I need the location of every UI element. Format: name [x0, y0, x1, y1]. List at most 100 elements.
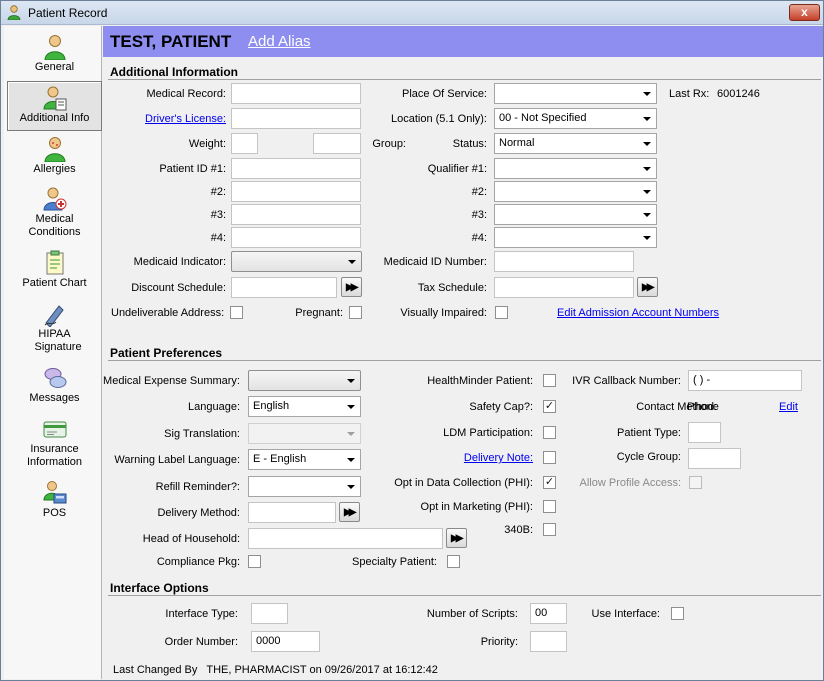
- number-of-scripts-input[interactable]: 00: [530, 603, 567, 624]
- patient-id-3-input[interactable]: [231, 204, 361, 225]
- sidebar-item-label: HIPAA Signature: [34, 328, 82, 353]
- patient-id-4-input[interactable]: [231, 227, 361, 248]
- medical-record-input[interactable]: [231, 83, 361, 104]
- medicaid-id-input[interactable]: [494, 251, 634, 272]
- refill-reminder-select[interactable]: [248, 476, 361, 497]
- warning-label-language-select[interactable]: E - English: [248, 449, 361, 470]
- medical-expense-summary-select[interactable]: [248, 370, 361, 391]
- patient-record-window: Patient Record x General Additional Info…: [0, 0, 824, 681]
- sig-translation-label: Sig Translation:: [164, 428, 240, 440]
- sidebar-item-general[interactable]: General: [7, 31, 102, 81]
- person-info-icon: [42, 86, 66, 111]
- specialty-patient-checkbox[interactable]: [447, 555, 460, 568]
- cycle-group-label: Cycle Group:: [616, 451, 681, 463]
- opt-in-marketing-checkbox[interactable]: [543, 500, 556, 513]
- sidebar-item-medical-conditions[interactable]: Medical Conditions: [7, 183, 102, 239]
- location-value: 00 - Not Specified: [499, 112, 587, 124]
- pos-icon: [42, 481, 66, 504]
- discount-schedule-input[interactable]: [231, 277, 337, 298]
- checkmark-icon: ✓: [544, 476, 555, 488]
- sidebar-item-allergies[interactable]: Allergies: [7, 133, 102, 183]
- weight-input[interactable]: [231, 133, 258, 154]
- place-of-service-select[interactable]: [494, 83, 657, 104]
- sidebar-item-patient-chart[interactable]: Patient Chart: [7, 247, 102, 297]
- opt-in-data-collection-checkbox[interactable]: ✓: [543, 476, 556, 489]
- delivery-method-input[interactable]: [248, 502, 336, 523]
- qualifier-1-select[interactable]: [494, 158, 657, 179]
- group-input[interactable]: [313, 133, 361, 154]
- divider: [108, 360, 821, 361]
- qualifier-3-select[interactable]: [494, 204, 657, 225]
- undeliverable-address-checkbox[interactable]: [230, 306, 243, 319]
- divider: [108, 79, 821, 80]
- edit-admission-account-numbers-link[interactable]: Edit Admission Account Numbers: [557, 307, 719, 319]
- priority-label: Priority:: [480, 636, 518, 648]
- ivr-callback-number-input[interactable]: ( ) -: [688, 370, 802, 391]
- patient-id-1-input[interactable]: [231, 158, 361, 179]
- add-alias-link[interactable]: Add Alias: [248, 33, 311, 50]
- ldm-participation-checkbox[interactable]: [543, 426, 556, 439]
- divider: [108, 595, 821, 596]
- qualifier-2-label: #2:: [471, 186, 487, 198]
- tax-schedule-lookup-button[interactable]: ▶▶: [637, 277, 658, 297]
- sidebar-item-insurance-information[interactable]: Insurance Information: [7, 413, 102, 469]
- delivery-note-link[interactable]: Delivery Note:: [464, 452, 533, 464]
- pregnant-checkbox[interactable]: [349, 306, 362, 319]
- qualifier-2-select[interactable]: [494, 181, 657, 202]
- chevron-down-icon: [643, 92, 651, 96]
- visually-impaired-checkbox[interactable]: [495, 306, 508, 319]
- sidebar-item-label: Messages: [29, 392, 80, 404]
- patient-id-2-input[interactable]: [231, 181, 361, 202]
- location-select[interactable]: 00 - Not Specified: [494, 108, 657, 129]
- sidebar-item-label: POS: [42, 507, 67, 519]
- qualifier-4-select[interactable]: [494, 227, 657, 248]
- use-interface-label: Use Interface:: [591, 608, 660, 620]
- order-number-input[interactable]: 0000: [251, 631, 320, 652]
- 340b-checkbox[interactable]: [543, 523, 556, 536]
- sig-translation-select[interactable]: [248, 423, 361, 444]
- sidebar-item-label: Insurance Information: [26, 443, 83, 468]
- sidebar-item-hipaa-signature[interactable]: HIPAA Signature: [7, 298, 102, 354]
- status-select[interactable]: Normal: [494, 133, 657, 154]
- drivers-license-link[interactable]: Driver's License:: [145, 113, 226, 125]
- cycle-group-input[interactable]: [688, 448, 741, 469]
- person-icon: [43, 35, 66, 60]
- head-of-household-input[interactable]: [248, 528, 443, 549]
- use-interface-checkbox[interactable]: [671, 607, 684, 620]
- language-select[interactable]: English: [248, 396, 361, 417]
- sidebar-item-additional-info[interactable]: Additional Info: [7, 81, 102, 131]
- priority-input[interactable]: [530, 631, 567, 652]
- last-rx-label: Last Rx:: [669, 88, 710, 100]
- patient-type-input[interactable]: [688, 422, 721, 443]
- discount-schedule-lookup-button[interactable]: ▶▶: [341, 277, 362, 297]
- 340b-label: 340B:: [504, 524, 533, 536]
- allow-profile-access-checkbox[interactable]: [689, 476, 702, 489]
- safety-cap-checkbox[interactable]: ✓: [543, 400, 556, 413]
- tax-schedule-input[interactable]: [494, 277, 634, 298]
- delivery-method-label: Delivery Method:: [157, 507, 240, 519]
- contact-method-edit-link[interactable]: Edit: [779, 401, 798, 413]
- tax-schedule-label: Tax Schedule:: [417, 282, 487, 294]
- head-of-household-lookup-button[interactable]: ▶▶: [446, 528, 467, 548]
- compliance-pkg-checkbox[interactable]: [248, 555, 261, 568]
- last-rx-value: 6001246: [717, 88, 760, 100]
- medicaid-indicator-select[interactable]: [231, 251, 362, 272]
- discount-schedule-label: Discount Schedule:: [131, 282, 226, 294]
- close-button[interactable]: x: [789, 4, 820, 21]
- warning-label-language-label: Warning Label Language:: [114, 454, 240, 466]
- delivery-method-lookup-button[interactable]: ▶▶: [339, 502, 360, 522]
- section-title: Patient Preferences: [110, 346, 223, 360]
- sidebar-item-messages[interactable]: Messages: [7, 362, 102, 412]
- window-title: Patient Record: [28, 6, 108, 20]
- fast-forward-icon: ▶▶: [344, 507, 357, 518]
- drivers-license-input[interactable]: [231, 108, 361, 129]
- contact-method-value: Phone: [687, 401, 719, 413]
- messages-icon: [44, 368, 66, 388]
- delivery-note-checkbox[interactable]: [543, 451, 556, 464]
- compliance-pkg-label: Compliance Pkg:: [156, 556, 240, 568]
- checkmark-icon: ✓: [544, 400, 555, 412]
- sidebar-item-pos[interactable]: POS: [7, 477, 102, 527]
- healthminder-patient-checkbox[interactable]: [543, 374, 556, 387]
- interface-type-input[interactable]: [251, 603, 288, 624]
- language-label: Language:: [188, 401, 240, 413]
